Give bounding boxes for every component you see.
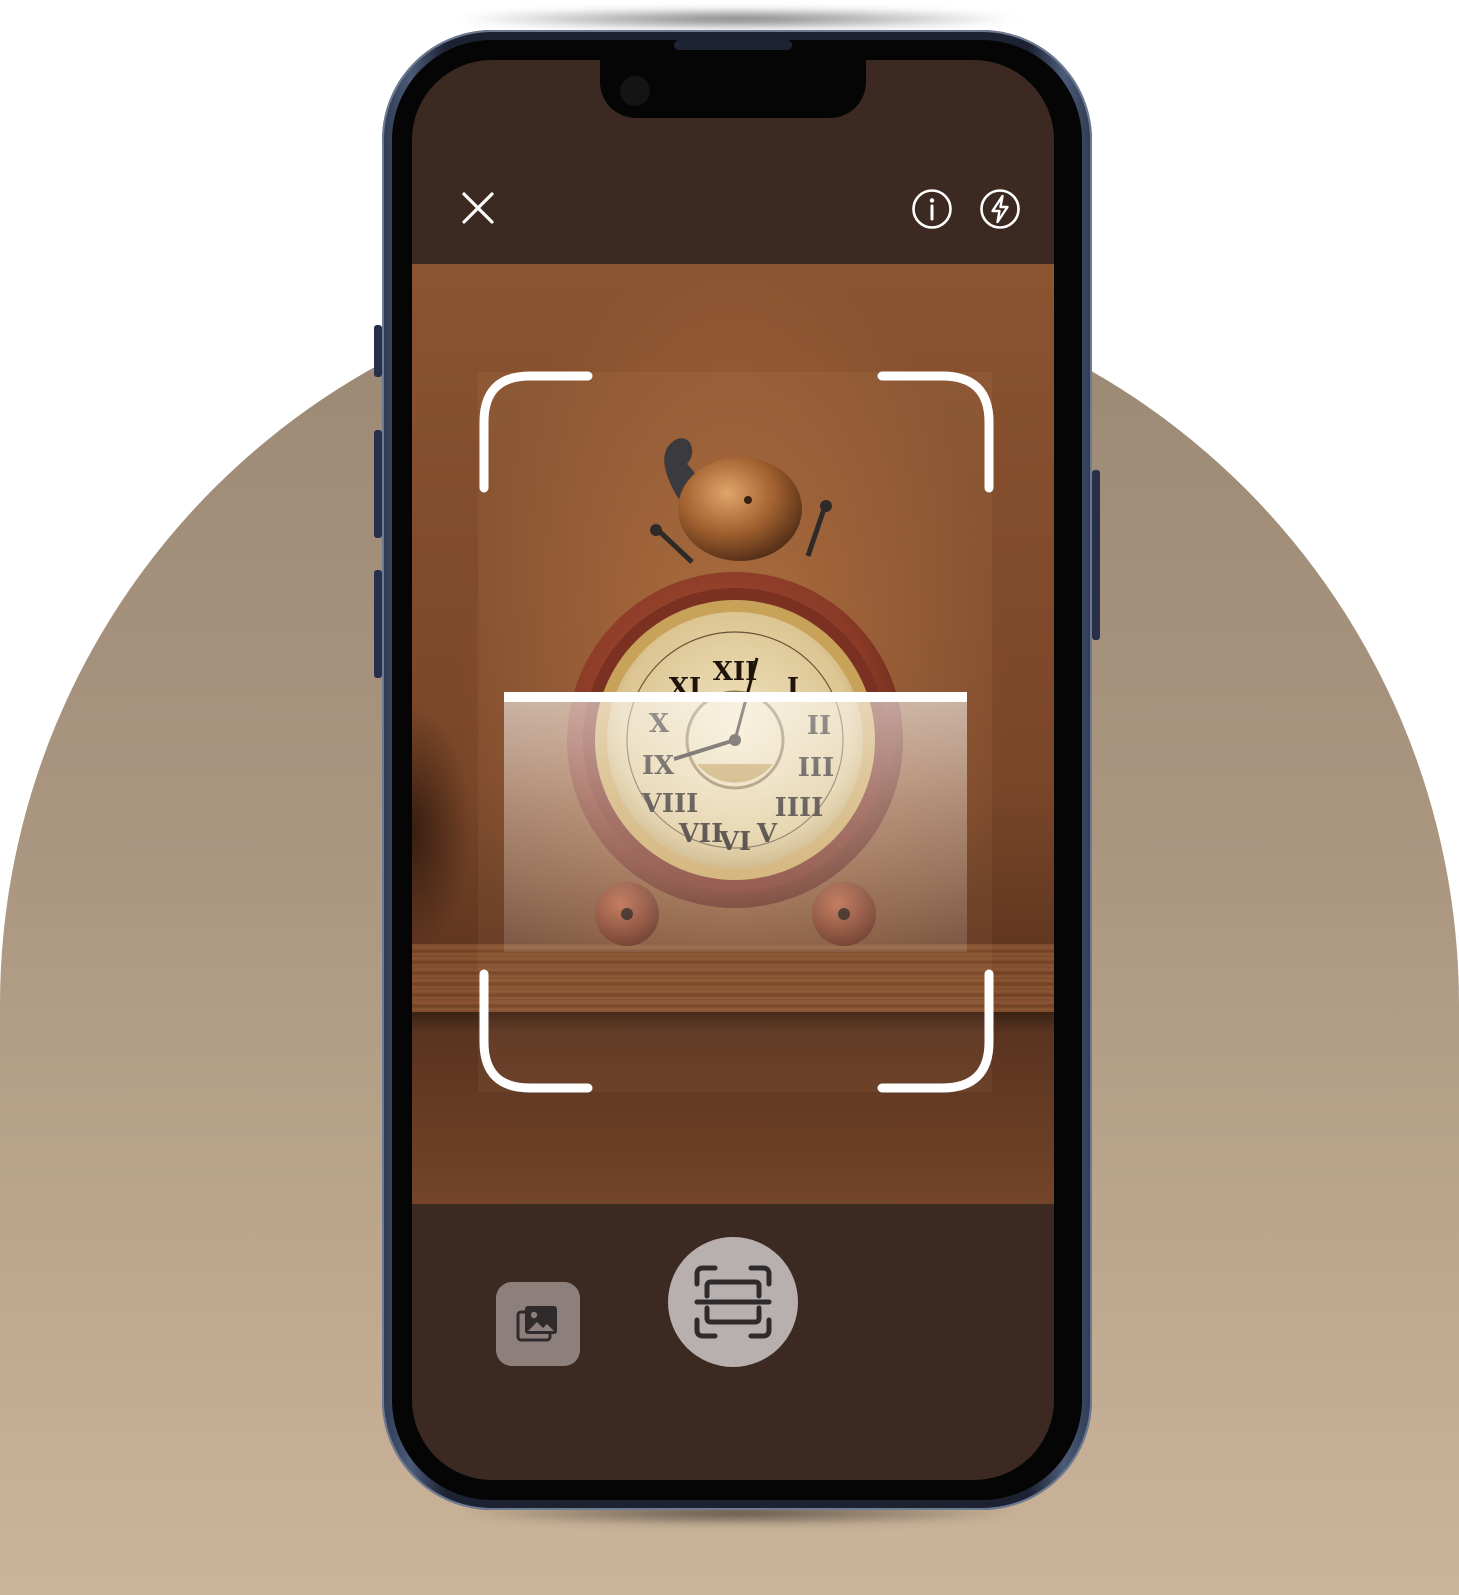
scan-capture-button[interactable]: [668, 1237, 798, 1367]
gallery-button[interactable]: [496, 1282, 580, 1366]
corner-top-left: [479, 371, 593, 493]
earpiece-speaker: [674, 40, 792, 50]
camera-preview: XII I II III IIII V VI VII VIII IX X XI: [412, 264, 1054, 1204]
volume-up-button: [374, 430, 382, 538]
corner-bottom-right: [877, 969, 994, 1093]
app-screen: XII I II III IIII V VI VII VIII IX X XI: [412, 60, 1054, 1480]
flash-icon: [980, 189, 1020, 229]
phone-shadow-top: [450, 8, 1025, 30]
volume-down-button: [374, 570, 382, 678]
scan-icon: [694, 1265, 772, 1339]
mute-switch: [374, 325, 382, 377]
close-button[interactable]: [456, 186, 500, 230]
scan-frame-corners: [479, 371, 994, 1093]
phone-frame: XII I II III IIII V VI VII VIII IX X XI: [374, 30, 1100, 1510]
front-camera: [620, 76, 650, 106]
info-button[interactable]: [910, 187, 954, 231]
flash-button[interactable]: [978, 187, 1022, 231]
corner-top-right: [877, 371, 994, 493]
gallery-icon: [516, 1306, 557, 1342]
info-icon: [912, 189, 952, 229]
power-button: [1092, 470, 1100, 640]
close-icon: [462, 192, 494, 224]
corner-bottom-left: [479, 969, 593, 1093]
phone-notch: [600, 60, 866, 118]
